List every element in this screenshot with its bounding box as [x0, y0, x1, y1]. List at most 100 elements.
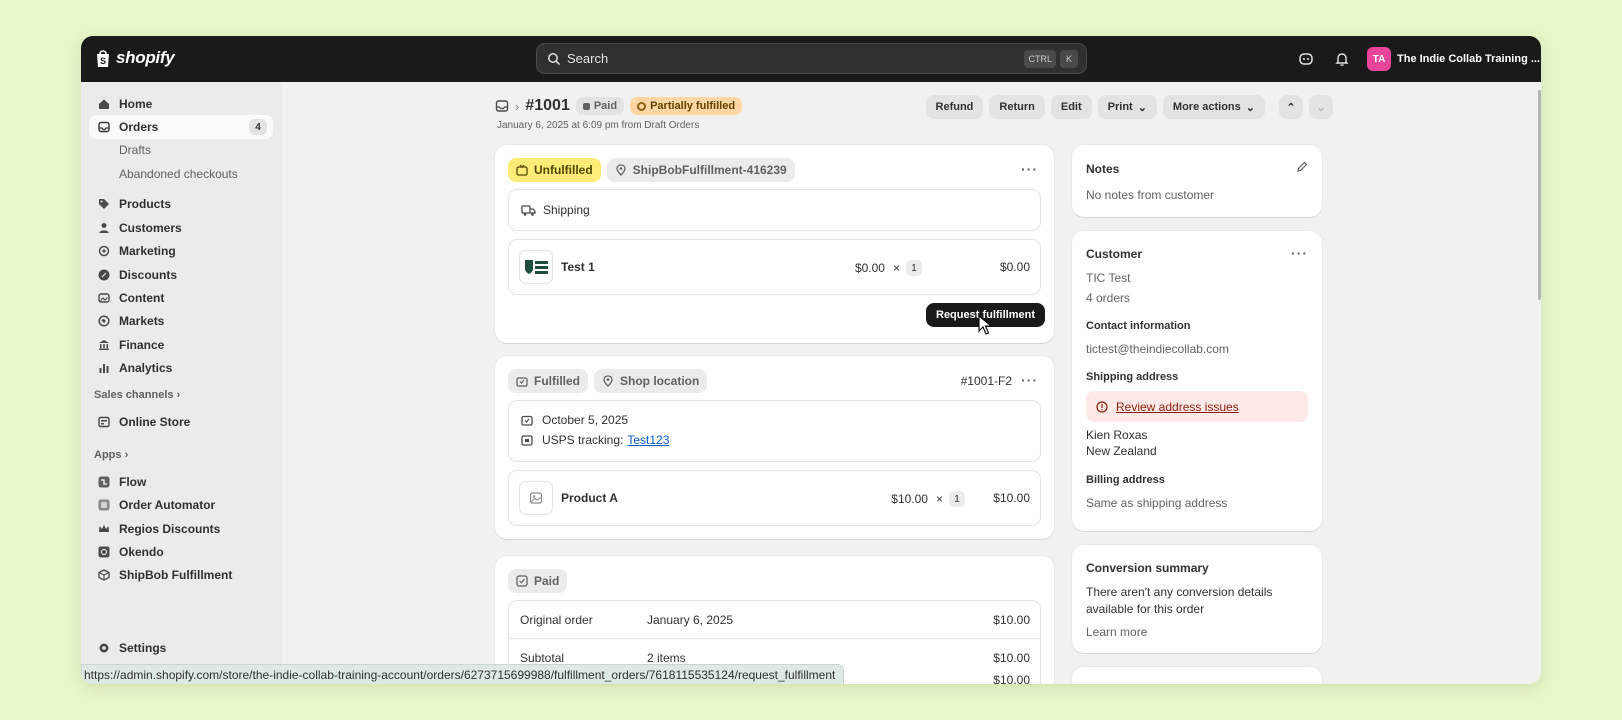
product-thumbnail[interactable] [519, 250, 553, 284]
globe-icon [97, 314, 111, 328]
nav-finance[interactable]: Finance [89, 333, 273, 357]
nav-online-store-label: Online Store [119, 415, 191, 429]
gear-icon [97, 641, 111, 655]
browser-window: S shopify Search CTRL K TA The Indie Col… [81, 36, 1541, 684]
nav-order-automator-label: Order Automator [119, 498, 216, 512]
nav-abandoned-label: Abandoned checkouts [119, 167, 238, 181]
notes-card: Notes No notes from customer [1072, 145, 1322, 217]
tracking-box: October 5, 2025 USPS tracking: Test123 [508, 400, 1041, 462]
unfulfilled-card: Unfulfilled ShipBobFulfillment-416239 ··… [495, 145, 1054, 343]
nav-products-label: Products [119, 197, 172, 211]
customer-orders-link[interactable]: 4 orders [1086, 291, 1130, 305]
return-button[interactable]: Return [989, 95, 1045, 119]
page-scrollbar[interactable] [1538, 90, 1541, 300]
conversion-title: Conversion summary [1086, 561, 1209, 575]
previous-order-button[interactable]: ⌃ [1279, 95, 1303, 119]
nav-products[interactable]: Products [89, 192, 273, 216]
refund-button[interactable]: Refund [925, 95, 984, 119]
nav-discounts[interactable]: Discounts [89, 263, 273, 287]
payment-status-label: Paid [534, 574, 560, 588]
nav-drafts-label: Drafts [119, 143, 152, 157]
nav-regios-discounts[interactable]: Regios Discounts [89, 517, 273, 541]
print-label: Print [1107, 101, 1133, 113]
nav-flow[interactable]: Flow [89, 470, 273, 494]
nav-markets[interactable]: Markets [89, 309, 273, 333]
store-switcher[interactable]: TA The Indie Collab Training ... [1367, 45, 1540, 73]
review-address-link[interactable]: Review address issues [1116, 400, 1239, 414]
target-icon [97, 244, 111, 258]
next-order-button[interactable]: ⌄ [1309, 95, 1333, 119]
line-item-product-a: Product A [519, 481, 618, 515]
more-actions-button[interactable]: More actions ⌄ [1162, 95, 1265, 119]
storefront-icon [97, 415, 111, 429]
original-order-date: January 6, 2025 [647, 613, 734, 627]
notes-title: Notes [1086, 162, 1120, 176]
fulfillment-status-badge: Partially fulfilled [630, 97, 743, 115]
nav-finance-label: Finance [119, 338, 165, 352]
fulfilled-date: October 5, 2025 [542, 413, 629, 427]
store-name: The Indie Collab Training ... [1397, 53, 1541, 65]
more-options-icon[interactable]: ··· [1291, 245, 1308, 261]
line-item-name[interactable]: Product A [561, 491, 618, 505]
nav-shipbob[interactable]: ShipBob Fulfillment [89, 563, 273, 587]
nav-customers[interactable]: Customers [89, 216, 273, 240]
okendo-app-icon [97, 545, 111, 559]
unfulfilled-label: Unfulfilled [534, 163, 593, 177]
shopify-logo[interactable]: S shopify [94, 46, 175, 70]
nav-orders-label: Orders [119, 120, 159, 134]
nav-okendo[interactable]: Okendo [89, 540, 273, 564]
line-item-price-row: $10.00 × 1 [891, 491, 965, 507]
search-bar[interactable]: Search CTRL K [536, 43, 1087, 74]
order-number: #1001 [525, 97, 570, 114]
pencil-edit-icon[interactable] [1296, 161, 1308, 173]
paid-check-icon [516, 575, 528, 587]
nav-marketing[interactable]: Marketing [89, 239, 273, 263]
conversion-text-line-1: There aren't any conversion details [1086, 585, 1273, 599]
sidekick-icon[interactable] [1296, 49, 1316, 69]
more-options-icon[interactable]: ··· [1021, 372, 1038, 388]
apps-heading[interactable]: Apps › [94, 449, 128, 461]
line-item-box: Test 1 $0.00 × 1 $0.00 [508, 239, 1041, 295]
nav-order-automator[interactable]: Order Automator [89, 493, 273, 517]
tracking-number-link[interactable]: Test123 [627, 433, 669, 447]
discount-icon [97, 268, 111, 282]
nav-analytics[interactable]: Analytics [89, 356, 273, 380]
shop-location-label: Shop location [620, 374, 700, 388]
fulfilled-date-row: October 5, 2025 [521, 413, 628, 427]
nav-drafts[interactable]: Drafts [89, 138, 273, 162]
sales-channels-heading[interactable]: Sales channels › [94, 389, 180, 401]
nav-online-store[interactable]: Online Store [89, 410, 273, 434]
paid-badge-label: Paid [593, 100, 618, 112]
fulfilled-card: Fulfilled Shop location #1001-F2 ··· Oct… [495, 356, 1054, 539]
notifications-bell-icon[interactable] [1332, 49, 1352, 69]
fulfilled-tags: Fulfilled Shop location [508, 369, 708, 393]
inbox-icon[interactable] [495, 99, 509, 113]
print-button[interactable]: Print ⌄ [1097, 95, 1157, 119]
order-automator-app-icon [97, 498, 111, 512]
fulfilled-item-box: Product A $10.00 × 1 $10.00 [508, 470, 1041, 526]
chevron-down-icon: ⌄ [1316, 101, 1326, 114]
divider [509, 638, 1040, 639]
mouse-cursor-icon [978, 315, 992, 335]
edit-button[interactable]: Edit [1050, 95, 1092, 119]
delivery-method-label: Shipping [543, 203, 590, 217]
top-bar: S shopify Search CTRL K TA The Indie Col… [81, 36, 1541, 82]
nav-abandoned-checkouts[interactable]: Abandoned checkouts [89, 162, 273, 186]
customer-email-link[interactable]: tictest@theindiecollab.com [1086, 342, 1229, 356]
line-item-name[interactable]: Test 1 [561, 260, 595, 274]
more-options-icon[interactable]: ··· [1021, 161, 1038, 177]
location-pin-icon [603, 375, 613, 387]
learn-more-link[interactable]: Learn more [1086, 625, 1147, 639]
indie-collab-logo-icon [525, 260, 548, 274]
customer-name-link[interactable]: TIC Test [1086, 271, 1130, 285]
product-thumbnail[interactable] [519, 481, 553, 515]
nav-home[interactable]: Home [89, 92, 273, 116]
nav-orders[interactable]: Orders 4 [89, 115, 273, 139]
fulfillment-badge-label: Partially fulfilled [650, 100, 736, 112]
nav-content[interactable]: Content [89, 286, 273, 310]
tag-icon [97, 197, 111, 211]
nav-settings[interactable]: Settings [89, 636, 273, 660]
shop-location-tag: Shop location [594, 369, 708, 393]
customer-title: Customer [1086, 247, 1143, 261]
fulfillment-id-value: #1001-F2 [960, 374, 1012, 388]
